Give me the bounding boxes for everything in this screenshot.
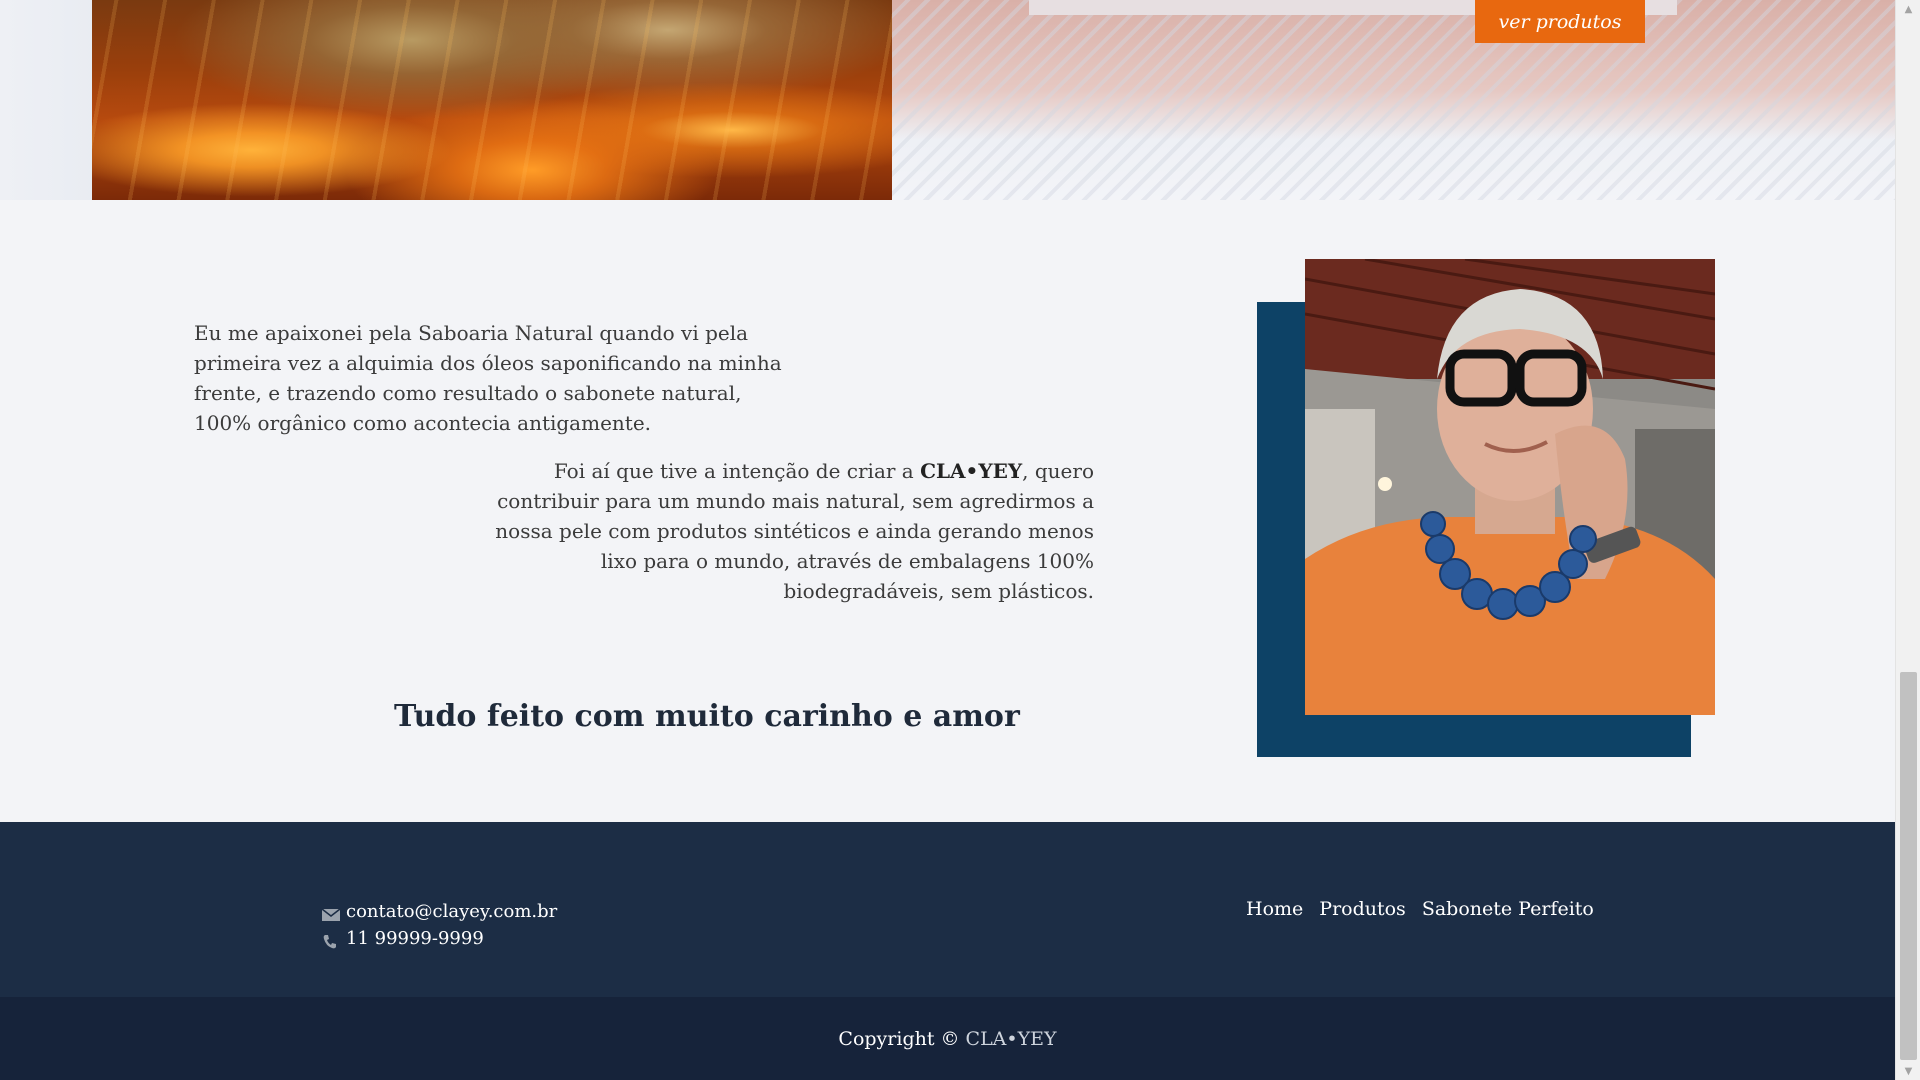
copyright-text: Copyright ©	[838, 1027, 960, 1050]
copyright-brand: CLA•YEY	[965, 1027, 1057, 1050]
chevron-down-icon[interactable]: ▼	[1896, 1062, 1920, 1080]
footer-nav-home[interactable]: Home	[1246, 898, 1303, 920]
footer-contact: contato@clayey.com.br 11 99999-9999	[321, 898, 557, 952]
footer-nav-produtos[interactable]: Produtos	[1319, 898, 1406, 920]
contact-email-row: contato@clayey.com.br	[321, 898, 557, 925]
hero-background	[0, 0, 95, 200]
phone-icon	[322, 931, 340, 948]
about-paragraph-2-start: Foi aí que tive a intenção de criar a	[553, 459, 921, 483]
page-scrollbar[interactable]: ▲ ▼	[1895, 0, 1920, 1080]
ver-produtos-button[interactable]: ver produtos	[1475, 0, 1645, 43]
contact-phone-row: 11 99999-9999	[322, 925, 557, 952]
footer-nav: Home Produtos Sabonete Perfeito	[1246, 898, 1594, 920]
scrollbar-thumb[interactable]	[1900, 672, 1917, 1060]
soap-image	[92, 0, 892, 200]
contact-phone[interactable]: 11 99999-9999	[346, 925, 484, 952]
about-section: Eu me apaixonei pela Saboaria Natural qu…	[0, 200, 1895, 822]
hero-banner: ver produtos	[0, 0, 1895, 200]
about-tagline: Tudo feito com muito carinho e amor	[394, 699, 1020, 734]
founder-portrait	[1305, 259, 1715, 715]
footer: contato@clayey.com.br 11 99999-9999 Home…	[0, 822, 1895, 997]
chevron-up-icon[interactable]: ▲	[1896, 0, 1920, 18]
founder-photo	[1305, 259, 1715, 715]
footer-nav-sabonete-perfeito[interactable]: Sabonete Perfeito	[1422, 898, 1594, 920]
copyright-bar: Copyright © CLA•YEY	[0, 997, 1895, 1080]
about-paragraph-1: Eu me apaixonei pela Saboaria Natural qu…	[194, 321, 782, 435]
about-paragraph-2: Foi aí que tive a intenção de criar a CL…	[470, 456, 1094, 606]
envelope-icon	[321, 904, 341, 921]
contact-email[interactable]: contato@clayey.com.br	[346, 898, 557, 925]
brand-name: CLA•YEY	[920, 459, 1023, 483]
